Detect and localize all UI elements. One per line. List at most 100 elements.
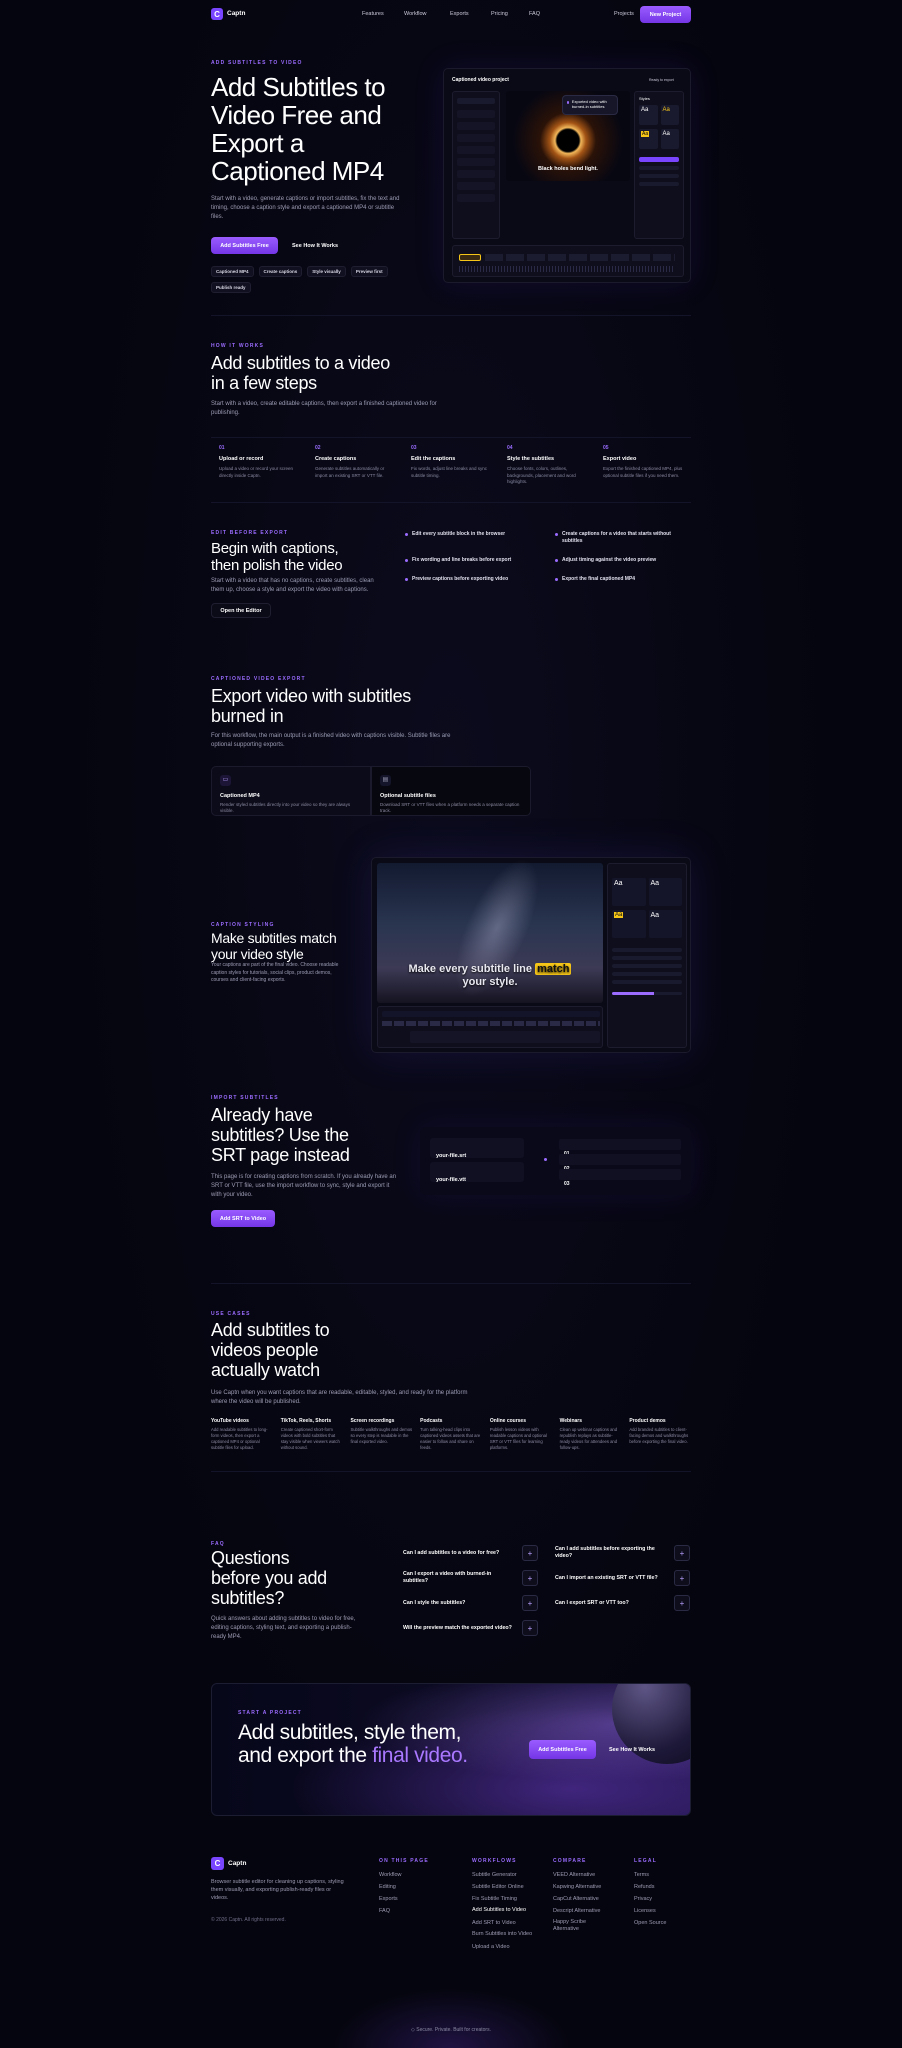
bullet-icon: [405, 578, 408, 581]
usecase-title: Online courses: [489, 1418, 526, 1424]
plus-icon[interactable]: +: [522, 1620, 538, 1636]
nav-link-faq[interactable]: FAQ: [529, 11, 540, 17]
footer-col-heading: COMPARE: [553, 1858, 587, 1864]
hero-eyebrow: ADD SUBTITLES TO VIDEO: [211, 60, 303, 66]
step-item: 04 Style the subtitles Choose fonts, col…: [499, 438, 595, 502]
faq-question[interactable]: Can I export a video with burned-in subt…: [403, 1571, 515, 1585]
footer-link[interactable]: CapCut Alternative: [553, 1893, 613, 1905]
timeline-track[interactable]: [452, 245, 684, 277]
subtitle-row: 01: [559, 1139, 681, 1157]
footer-link[interactable]: Subtitle Generator: [472, 1869, 534, 1881]
footer-link[interactable]: Upload a Video: [472, 1941, 534, 1953]
footer-link[interactable]: Open Source: [634, 1917, 691, 1929]
footer-link[interactable]: Licenses: [634, 1905, 691, 1917]
faq-question[interactable]: Can I export SRT or VTT too?: [555, 1600, 667, 1607]
footer-link[interactable]: Descript Alternative: [553, 1905, 613, 1917]
footer-logo-icon[interactable]: C: [211, 1857, 224, 1870]
footer-link[interactable]: Exports: [379, 1893, 449, 1905]
footer-link-active[interactable]: Add Subtitles to Video: [472, 1907, 534, 1914]
vtt-file-item[interactable]: your-file.vtt: [430, 1162, 524, 1183]
brand-logo-icon[interactable]: C: [211, 8, 223, 20]
subtitle-overlay: Black holes bend light.: [538, 166, 598, 172]
vtt-file-name: your-file.vtt: [436, 1177, 466, 1183]
usecase-title: Podcasts: [420, 1418, 443, 1424]
styling-timeline[interactable]: [377, 1006, 603, 1048]
add-subtitles-free-button[interactable]: Add Subtitles Free: [211, 237, 278, 254]
step-description: Generate subtitles automatically or impo…: [315, 466, 385, 478]
footer-link[interactable]: Fix Subtitle Timing: [472, 1893, 534, 1905]
plus-icon[interactable]: +: [674, 1570, 690, 1586]
faq-item[interactable]: Can I export SRT or VTT too? +: [555, 1593, 690, 1613]
footer-col-on-this-page: ON THIS PAGE Workflow Editing Exports FA…: [379, 1858, 449, 1917]
footer-link[interactable]: Workflow: [379, 1869, 449, 1881]
add-srt-to-video-button[interactable]: Add SRT to Video: [211, 1210, 275, 1227]
footer-bottom-glow: [331, 1988, 571, 2048]
feature-item: Adjust timing against the video preview: [555, 557, 691, 564]
faq-item[interactable]: Can I import an existing SRT or VTT file…: [555, 1568, 690, 1588]
open-editor-button[interactable]: Open the Editor: [211, 603, 271, 618]
footer-link[interactable]: Privacy: [634, 1893, 691, 1905]
footer-link[interactable]: Refunds: [634, 1881, 691, 1893]
srt-eyebrow: IMPORT SUBTITLES: [211, 1095, 279, 1101]
step-item: 01 Upload or record Upload a video or re…: [211, 438, 307, 502]
card-title: Optional subtitle files: [380, 793, 436, 799]
usecase-item: Webinars Clean up webinar captions and re…: [560, 1418, 622, 1471]
hero-description: Start with a video, generate captions or…: [211, 196, 400, 220]
plus-icon[interactable]: +: [522, 1570, 538, 1586]
usecases-description: Use Captn when you want captions that ar…: [211, 1390, 468, 1405]
style-panel-tab[interactable]: Styles: [639, 96, 679, 101]
faq-item[interactable]: Can I add subtitles to a video for free?…: [403, 1543, 538, 1563]
usecases-title: Add subtitles to videos people actually …: [211, 1320, 330, 1380]
footer-link[interactable]: Editing: [379, 1881, 449, 1893]
srt-file-item[interactable]: your-file.srt: [430, 1138, 524, 1159]
faq-question[interactable]: Can I import an existing SRT or VTT file…: [555, 1575, 667, 1582]
footer-link[interactable]: Terms: [634, 1869, 691, 1881]
faq-title: Questions before you add subtitles?: [211, 1548, 327, 1608]
usecase-item: Podcasts Turn talking-head clips into cap…: [420, 1418, 482, 1471]
faq-question[interactable]: Will the preview match the exported vide…: [403, 1625, 515, 1632]
faq-question[interactable]: Can I add subtitles before exporting the…: [555, 1546, 667, 1560]
plus-icon[interactable]: +: [674, 1595, 690, 1611]
faq-item[interactable]: Will the preview match the exported vide…: [403, 1618, 538, 1638]
nav-link-features[interactable]: Features: [362, 11, 384, 17]
feature-text: Edit every subtitle block in the browser: [412, 531, 506, 537]
faq-item[interactable]: Can I style the subtitles? +: [403, 1593, 538, 1613]
cta-add-subtitles-button[interactable]: Add Subtitles Free: [529, 1740, 596, 1759]
editor-title: Captioned video project: [452, 77, 509, 83]
faq-item[interactable]: Can I add subtitles before exporting the…: [555, 1543, 690, 1563]
footer-link[interactable]: Subtitle Editor Online: [472, 1881, 534, 1893]
see-how-it-works-link[interactable]: See How It Works: [292, 243, 338, 249]
footer-link[interactable]: Add SRT to Video: [472, 1917, 534, 1929]
footer-link[interactable]: Happy Scribe Alternative: [553, 1919, 613, 1933]
footer-brand[interactable]: Captn: [228, 1860, 246, 1867]
card-description: Render styled subtitles directly into yo…: [220, 802, 351, 813]
cta-eyebrow: START A PROJECT: [238, 1710, 302, 1716]
feature-text: Fix wording and line breaks before expor…: [412, 557, 512, 563]
step-number: 03: [411, 445, 417, 451]
usecase-item: Product demos Add branded subtitles to cl…: [629, 1418, 691, 1471]
bullet-icon: [405, 559, 408, 562]
new-project-button[interactable]: New Project: [640, 6, 691, 23]
nav-projects-link[interactable]: Projects: [614, 11, 634, 17]
faq-item[interactable]: Can I export a video with burned-in subt…: [403, 1568, 538, 1588]
plus-icon[interactable]: +: [674, 1545, 690, 1561]
nav-link-workflow[interactable]: Workflow: [404, 11, 427, 17]
cta-see-how-link[interactable]: See How It Works: [609, 1747, 655, 1753]
footer-link[interactable]: Burn Subtitles into Video: [472, 1931, 534, 1938]
plus-icon[interactable]: +: [522, 1545, 538, 1561]
footer-link[interactable]: VEED Alternative: [553, 1869, 613, 1881]
footer-link[interactable]: FAQ: [379, 1905, 449, 1917]
nav-link-exports[interactable]: Exports: [450, 11, 469, 17]
footer-link[interactable]: Kapwing Alternative: [553, 1881, 613, 1893]
styling-editor-mockup: Make every subtitle line match your styl…: [371, 847, 691, 1053]
footer-col-heading: LEGAL: [634, 1858, 657, 1864]
faq-question[interactable]: Can I style the subtitles?: [403, 1600, 515, 1607]
export-title: Export video with subtitles burned in: [211, 686, 411, 726]
bullet-icon: [555, 533, 558, 536]
nav-link-pricing[interactable]: Pricing: [491, 11, 508, 17]
caption-list-panel: [452, 91, 500, 239]
faq-question[interactable]: Can I add subtitles to a video for free?: [403, 1550, 515, 1557]
card-description: Download SRT or VTT files when a platfor…: [380, 802, 520, 813]
plus-icon[interactable]: +: [522, 1595, 538, 1611]
brand-name[interactable]: Captn: [227, 10, 245, 17]
